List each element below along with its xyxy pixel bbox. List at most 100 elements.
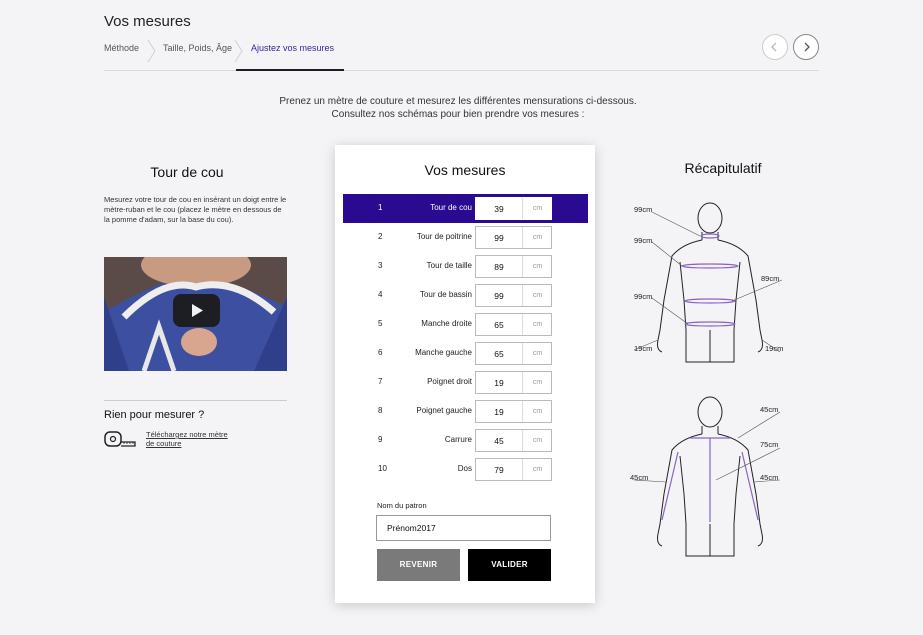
breadcrumb-step-adjust[interactable]: Ajustez vos mesures xyxy=(251,42,334,70)
row-label: Manche gauche xyxy=(415,348,472,357)
measure-value[interactable]: 79 xyxy=(476,465,522,475)
section-divider xyxy=(104,400,287,401)
measure-input[interactable]: 39 cm xyxy=(475,197,552,220)
active-step-indicator xyxy=(236,69,344,71)
row-number: 1 xyxy=(378,203,383,212)
play-icon[interactable] xyxy=(173,294,220,327)
unit-label: cm xyxy=(522,198,552,219)
measure-value[interactable]: 65 xyxy=(476,320,522,330)
measure-input[interactable]: 65 cm xyxy=(475,313,552,336)
chevron-left-icon xyxy=(771,42,777,52)
instruction-video[interactable] xyxy=(104,257,287,371)
measure-row-hip[interactable]: 4 Tour de bassin 99 cm xyxy=(343,281,588,310)
measure-value[interactable]: 39 xyxy=(476,204,522,214)
unit-label: cm xyxy=(522,285,552,306)
row-number: 2 xyxy=(378,232,383,241)
pattern-name-label: Nom du patron xyxy=(377,501,427,510)
measure-value[interactable]: 45 xyxy=(476,436,522,446)
row-number: 6 xyxy=(378,348,383,357)
front-right-wrist-measure: 19cm xyxy=(765,344,784,353)
measure-input[interactable]: 19 cm xyxy=(475,400,552,423)
back-right-sleeve-measure: 45cm xyxy=(760,473,779,482)
instruction-text: Mesurez votre tour de cou en insérant un… xyxy=(104,195,287,224)
back-left-sleeve-measure: 45cm xyxy=(630,473,649,482)
next-button[interactable] xyxy=(793,34,819,60)
breadcrumb: Méthode Taille, Poids, Âge Ajustez vos m… xyxy=(104,40,819,72)
unit-label: cm xyxy=(522,372,552,393)
measure-row-chest[interactable]: 2 Tour de poitrine 99 cm xyxy=(343,223,588,252)
measure-input[interactable]: 99 cm xyxy=(475,226,552,249)
front-neck-measure: 99cm xyxy=(634,205,653,214)
download-tape-link[interactable]: Téléchargez notre mètre de couture xyxy=(146,430,236,448)
front-body-figure xyxy=(633,202,783,557)
measure-row-right-wrist[interactable]: 7 Poignet droit 19 cm xyxy=(343,368,588,397)
measure-row-neck[interactable]: 1 Tour de cou 39 cm xyxy=(343,194,588,223)
measure-row-back[interactable]: 10 Dos 79 cm xyxy=(343,455,588,484)
unit-label: cm xyxy=(522,314,552,335)
row-label: Manche droite xyxy=(421,319,472,328)
chevron-right-icon xyxy=(234,40,244,62)
front-chest-measure: 99cm xyxy=(634,236,653,245)
measure-value[interactable]: 89 xyxy=(476,262,522,272)
row-number: 3 xyxy=(378,261,383,270)
front-hip-measure: 99cm xyxy=(634,292,653,301)
measure-row-left-wrist[interactable]: 8 Poignet gauche 19 cm xyxy=(343,397,588,426)
measure-row-shoulders[interactable]: 9 Carrure 45 cm xyxy=(343,426,588,455)
unit-label: cm xyxy=(522,459,552,480)
measure-input[interactable]: 99 cm xyxy=(475,284,552,307)
unit-label: cm xyxy=(522,227,552,248)
row-label: Poignet droit xyxy=(427,377,472,386)
measure-value[interactable]: 99 xyxy=(476,233,522,243)
intro-text: Prenez un mètre de couture et mesurez le… xyxy=(200,95,716,121)
row-label: Carrure xyxy=(444,435,472,444)
unit-label: cm xyxy=(522,430,552,451)
body-diagrams: 99cm 99cm 89cm 99cm 19cm 19cm 45cm 75cm … xyxy=(620,190,800,570)
row-number: 8 xyxy=(378,406,383,415)
pattern-name-input[interactable]: Prénom2017 xyxy=(376,515,551,541)
back-button[interactable]: REVENIR xyxy=(377,549,460,581)
measure-input[interactable]: 19 cm xyxy=(475,371,552,394)
no-tape-heading: Rien pour mesurer ? xyxy=(104,409,205,421)
measure-input[interactable]: 79 cm xyxy=(475,458,552,481)
intro-line-2: Consultez nos schémas pour bien prendre … xyxy=(331,109,585,120)
previous-button[interactable] xyxy=(762,34,788,60)
measure-value[interactable]: 65 xyxy=(476,349,522,359)
row-label: Tour de bassin xyxy=(419,290,472,299)
page-title: Vos mesures xyxy=(104,13,191,30)
unit-label: cm xyxy=(522,401,552,422)
breadcrumb-step-method[interactable]: Méthode xyxy=(104,42,139,70)
measure-row-right-sleeve[interactable]: 5 Manche droite 65 cm xyxy=(343,310,588,339)
chevron-right-icon xyxy=(147,40,157,62)
front-waist-measure: 89cm xyxy=(761,274,780,283)
unit-label: cm xyxy=(522,256,552,277)
row-number: 10 xyxy=(378,464,387,473)
measure-input[interactable]: 45 cm xyxy=(475,429,552,452)
row-label: Poignet gauche xyxy=(416,406,472,415)
intro-line-1: Prenez un mètre de couture et mesurez le… xyxy=(279,96,637,107)
chevron-right-icon xyxy=(804,42,810,52)
validate-button[interactable]: VALIDER xyxy=(468,549,551,581)
front-left-wrist-measure: 19cm xyxy=(634,344,653,353)
row-label: Tour de poitrine xyxy=(416,232,472,241)
row-number: 4 xyxy=(378,290,383,299)
back-length-measure: 75cm xyxy=(760,440,779,449)
measure-input[interactable]: 89 cm xyxy=(475,255,552,278)
unit-label: cm xyxy=(522,343,552,364)
measure-row-left-sleeve[interactable]: 6 Manche gauche 65 cm xyxy=(343,339,588,368)
measure-input[interactable]: 65 cm xyxy=(475,342,552,365)
measure-value[interactable]: 99 xyxy=(476,291,522,301)
summary-title: Récapitulatif xyxy=(684,160,762,176)
row-label: Tour de cou xyxy=(430,203,472,212)
row-label: Tour de taille xyxy=(426,261,472,270)
row-number: 9 xyxy=(378,435,383,444)
card-title: Vos mesures xyxy=(424,162,506,178)
breadcrumb-step-size[interactable]: Taille, Poids, Âge xyxy=(163,42,232,70)
measure-value[interactable]: 19 xyxy=(476,407,522,417)
tape-measure-icon xyxy=(104,430,136,448)
row-label: Dos xyxy=(457,464,472,473)
measure-value[interactable]: 19 xyxy=(476,378,522,388)
measurements-card: Vos mesures 1 Tour de cou 39 cm 2 Tour de… xyxy=(335,145,595,603)
measure-row-waist[interactable]: 3 Tour de taille 89 cm xyxy=(343,252,588,281)
instruction-heading: Tour de cou xyxy=(150,164,224,180)
row-number: 7 xyxy=(378,377,383,386)
